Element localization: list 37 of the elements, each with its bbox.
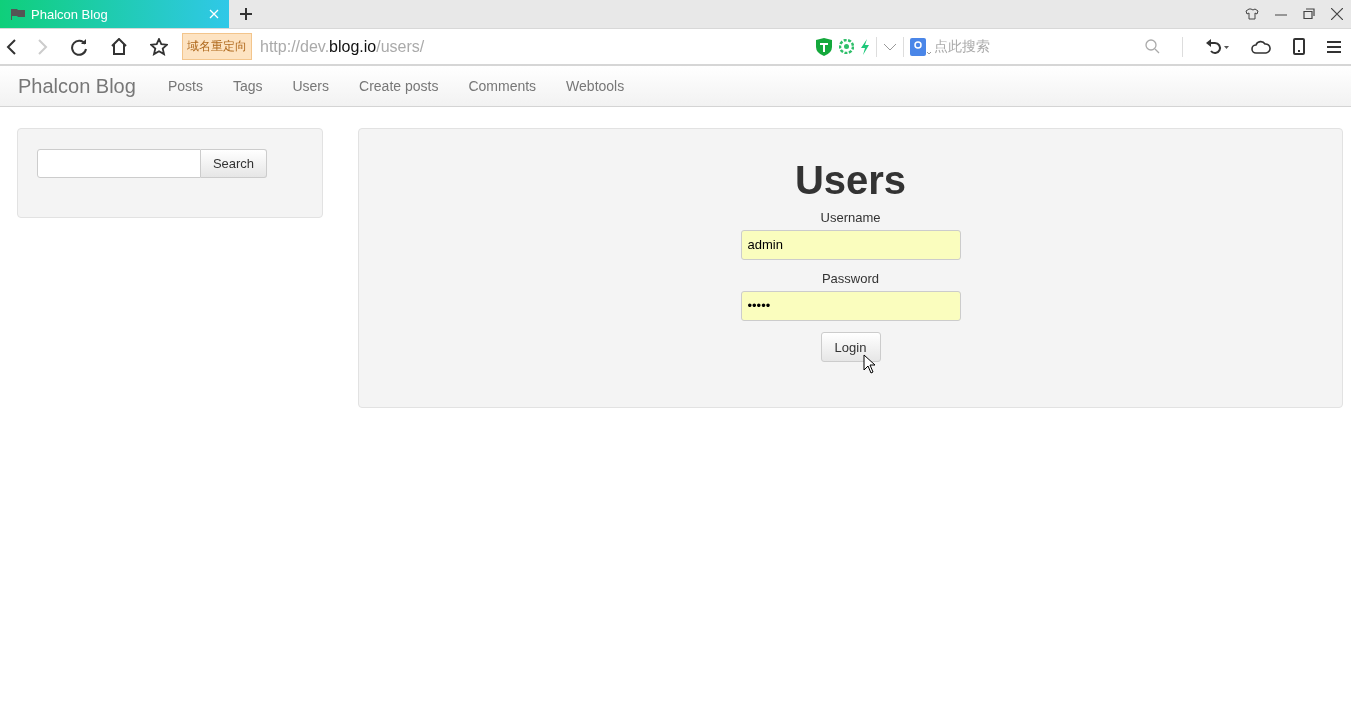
search-button[interactable]: Search xyxy=(201,149,267,178)
search-field[interactable]: 点此搜索 xyxy=(910,37,1160,56)
nav-link[interactable]: Tags xyxy=(217,78,278,94)
search-input[interactable] xyxy=(37,149,201,178)
flag-icon xyxy=(10,8,26,20)
cursor-icon xyxy=(862,354,876,374)
nav-link[interactable]: Posts xyxy=(152,78,218,94)
login-button[interactable]: Login xyxy=(820,332,881,362)
chevron-down-icon[interactable] xyxy=(883,42,897,51)
cloud-icon[interactable] xyxy=(1251,39,1271,54)
shield-icon[interactable] xyxy=(815,36,833,57)
field-label: Password xyxy=(821,271,880,286)
tab-title: Phalcon Blog xyxy=(31,6,108,22)
text-input[interactable]: admin xyxy=(740,230,961,260)
field-label: Username xyxy=(820,210,881,225)
nav-link[interactable]: Webtools xyxy=(551,78,640,94)
text-input[interactable]: ••••• xyxy=(740,291,961,321)
home-icon[interactable] xyxy=(110,38,128,55)
address-bar[interactable]: 域名重定向 http://dev.blog.io/users/ 点此搜索 xyxy=(182,33,1160,60)
shirt-icon[interactable] xyxy=(1245,8,1259,20)
undo-icon[interactable] xyxy=(1205,37,1229,56)
page-title: Users xyxy=(794,157,907,203)
new-tab-icon[interactable] xyxy=(240,8,252,20)
search-engine-icon[interactable] xyxy=(910,37,932,56)
nav-link[interactable]: Users xyxy=(277,78,345,94)
menu-icon[interactable] xyxy=(1327,40,1341,53)
url-text: http://dev.blog.io/users/ xyxy=(260,37,425,56)
phone-icon[interactable] xyxy=(1293,38,1305,55)
nav-link[interactable]: Create posts xyxy=(344,78,454,94)
reload-icon[interactable] xyxy=(70,37,88,56)
nav-link[interactable]: Comments xyxy=(453,78,552,94)
restore-icon[interactable] xyxy=(1303,8,1315,20)
brand-link[interactable]: Phalcon Blog xyxy=(0,74,153,98)
redirect-badge: 域名重定向 xyxy=(182,33,252,60)
star-icon[interactable] xyxy=(150,37,168,56)
close-icon[interactable] xyxy=(1331,8,1343,20)
back-icon[interactable] xyxy=(6,38,16,55)
